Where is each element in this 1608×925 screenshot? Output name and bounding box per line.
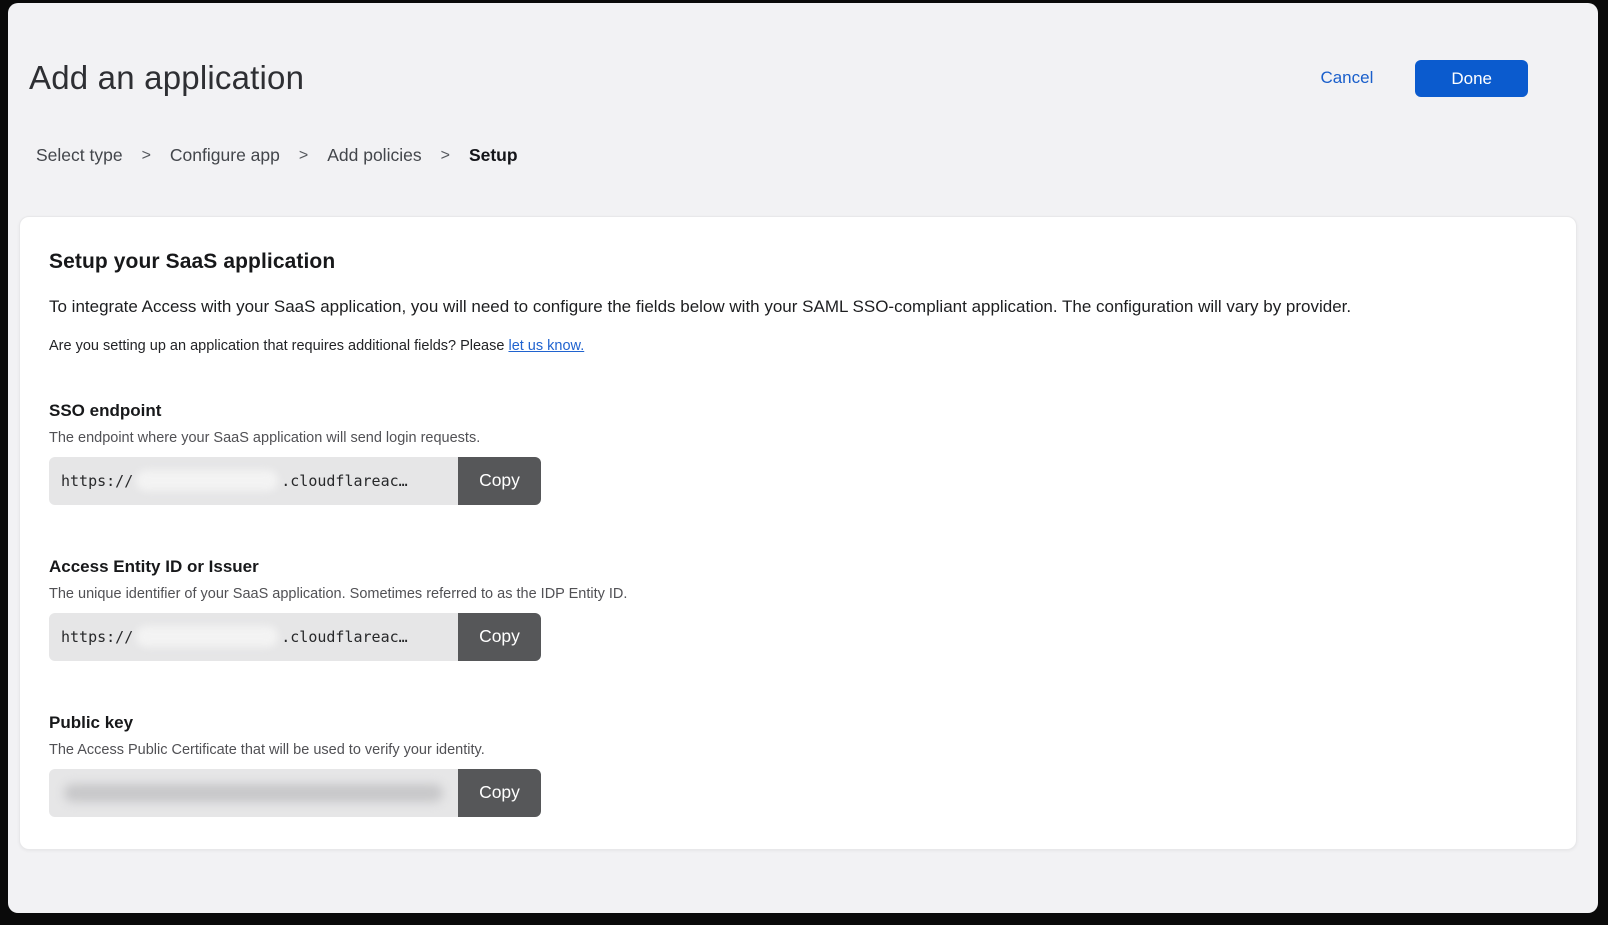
setup-card: Setup your SaaS application To integrate… <box>19 216 1577 850</box>
step-separator-icon: > <box>142 147 151 165</box>
public-key-copy-button[interactable]: Copy <box>458 769 541 817</box>
entity-id-section: Access Entity ID or Issuer The unique id… <box>49 557 1546 661</box>
step-configure-app[interactable]: Configure app <box>170 145 280 166</box>
public-key-section: Public key The Access Public Certificate… <box>49 713 1546 817</box>
redacted-value-blur <box>64 784 443 802</box>
public-key-copy-row: Copy <box>49 769 541 817</box>
redacted-value-blur <box>136 626 278 647</box>
public-key-value <box>49 769 458 817</box>
page-header: Add an application Cancel Done <box>8 3 1598 97</box>
entity-id-description: The unique identifier of your SaaS appli… <box>49 586 1546 602</box>
cancel-button[interactable]: Cancel <box>1320 68 1373 88</box>
entity-id-label: Access Entity ID or Issuer <box>49 557 1546 577</box>
step-select-type[interactable]: Select type <box>36 145 123 166</box>
done-button[interactable]: Done <box>1415 60 1528 97</box>
step-separator-icon: > <box>441 147 450 165</box>
card-intro-text: To integrate Access with your SaaS appli… <box>49 296 1546 319</box>
public-key-description: The Access Public Certificate that will … <box>49 742 1546 758</box>
sso-endpoint-description: The endpoint where your SaaS application… <box>49 430 1546 446</box>
step-setup-active: Setup <box>469 145 518 166</box>
step-separator-icon: > <box>299 147 308 165</box>
value-suffix: .cloudflareac… <box>281 628 407 646</box>
value-suffix: .cloudflareac… <box>281 472 407 490</box>
public-key-label: Public key <box>49 713 1546 733</box>
entity-id-copy-row: https:// .cloudflareac… Copy <box>49 613 541 661</box>
entity-id-copy-button[interactable]: Copy <box>458 613 541 661</box>
value-prefix: https:// <box>61 628 133 646</box>
card-note-text: Are you setting up an application that r… <box>49 338 508 354</box>
card-title: Setup your SaaS application <box>49 250 1546 274</box>
sso-endpoint-value: https:// .cloudflareac… <box>49 457 458 505</box>
let-us-know-link[interactable]: let us know. <box>508 338 584 354</box>
value-prefix: https:// <box>61 472 133 490</box>
header-actions: Cancel Done <box>1320 60 1528 97</box>
redacted-value-blur <box>136 470 278 491</box>
page-title: Add an application <box>29 59 304 97</box>
sso-endpoint-label: SSO endpoint <box>49 401 1546 421</box>
sso-endpoint-section: SSO endpoint The endpoint where your Saa… <box>49 401 1546 505</box>
entity-id-value: https:// .cloudflareac… <box>49 613 458 661</box>
step-add-policies[interactable]: Add policies <box>327 145 421 166</box>
sso-endpoint-copy-row: https:// .cloudflareac… Copy <box>49 457 541 505</box>
app-window: Add an application Cancel Done Select ty… <box>8 3 1598 913</box>
card-note: Are you setting up an application that r… <box>49 338 1546 354</box>
wizard-steps: Select type > Configure app > Add polici… <box>8 97 1598 166</box>
sso-endpoint-copy-button[interactable]: Copy <box>458 457 541 505</box>
